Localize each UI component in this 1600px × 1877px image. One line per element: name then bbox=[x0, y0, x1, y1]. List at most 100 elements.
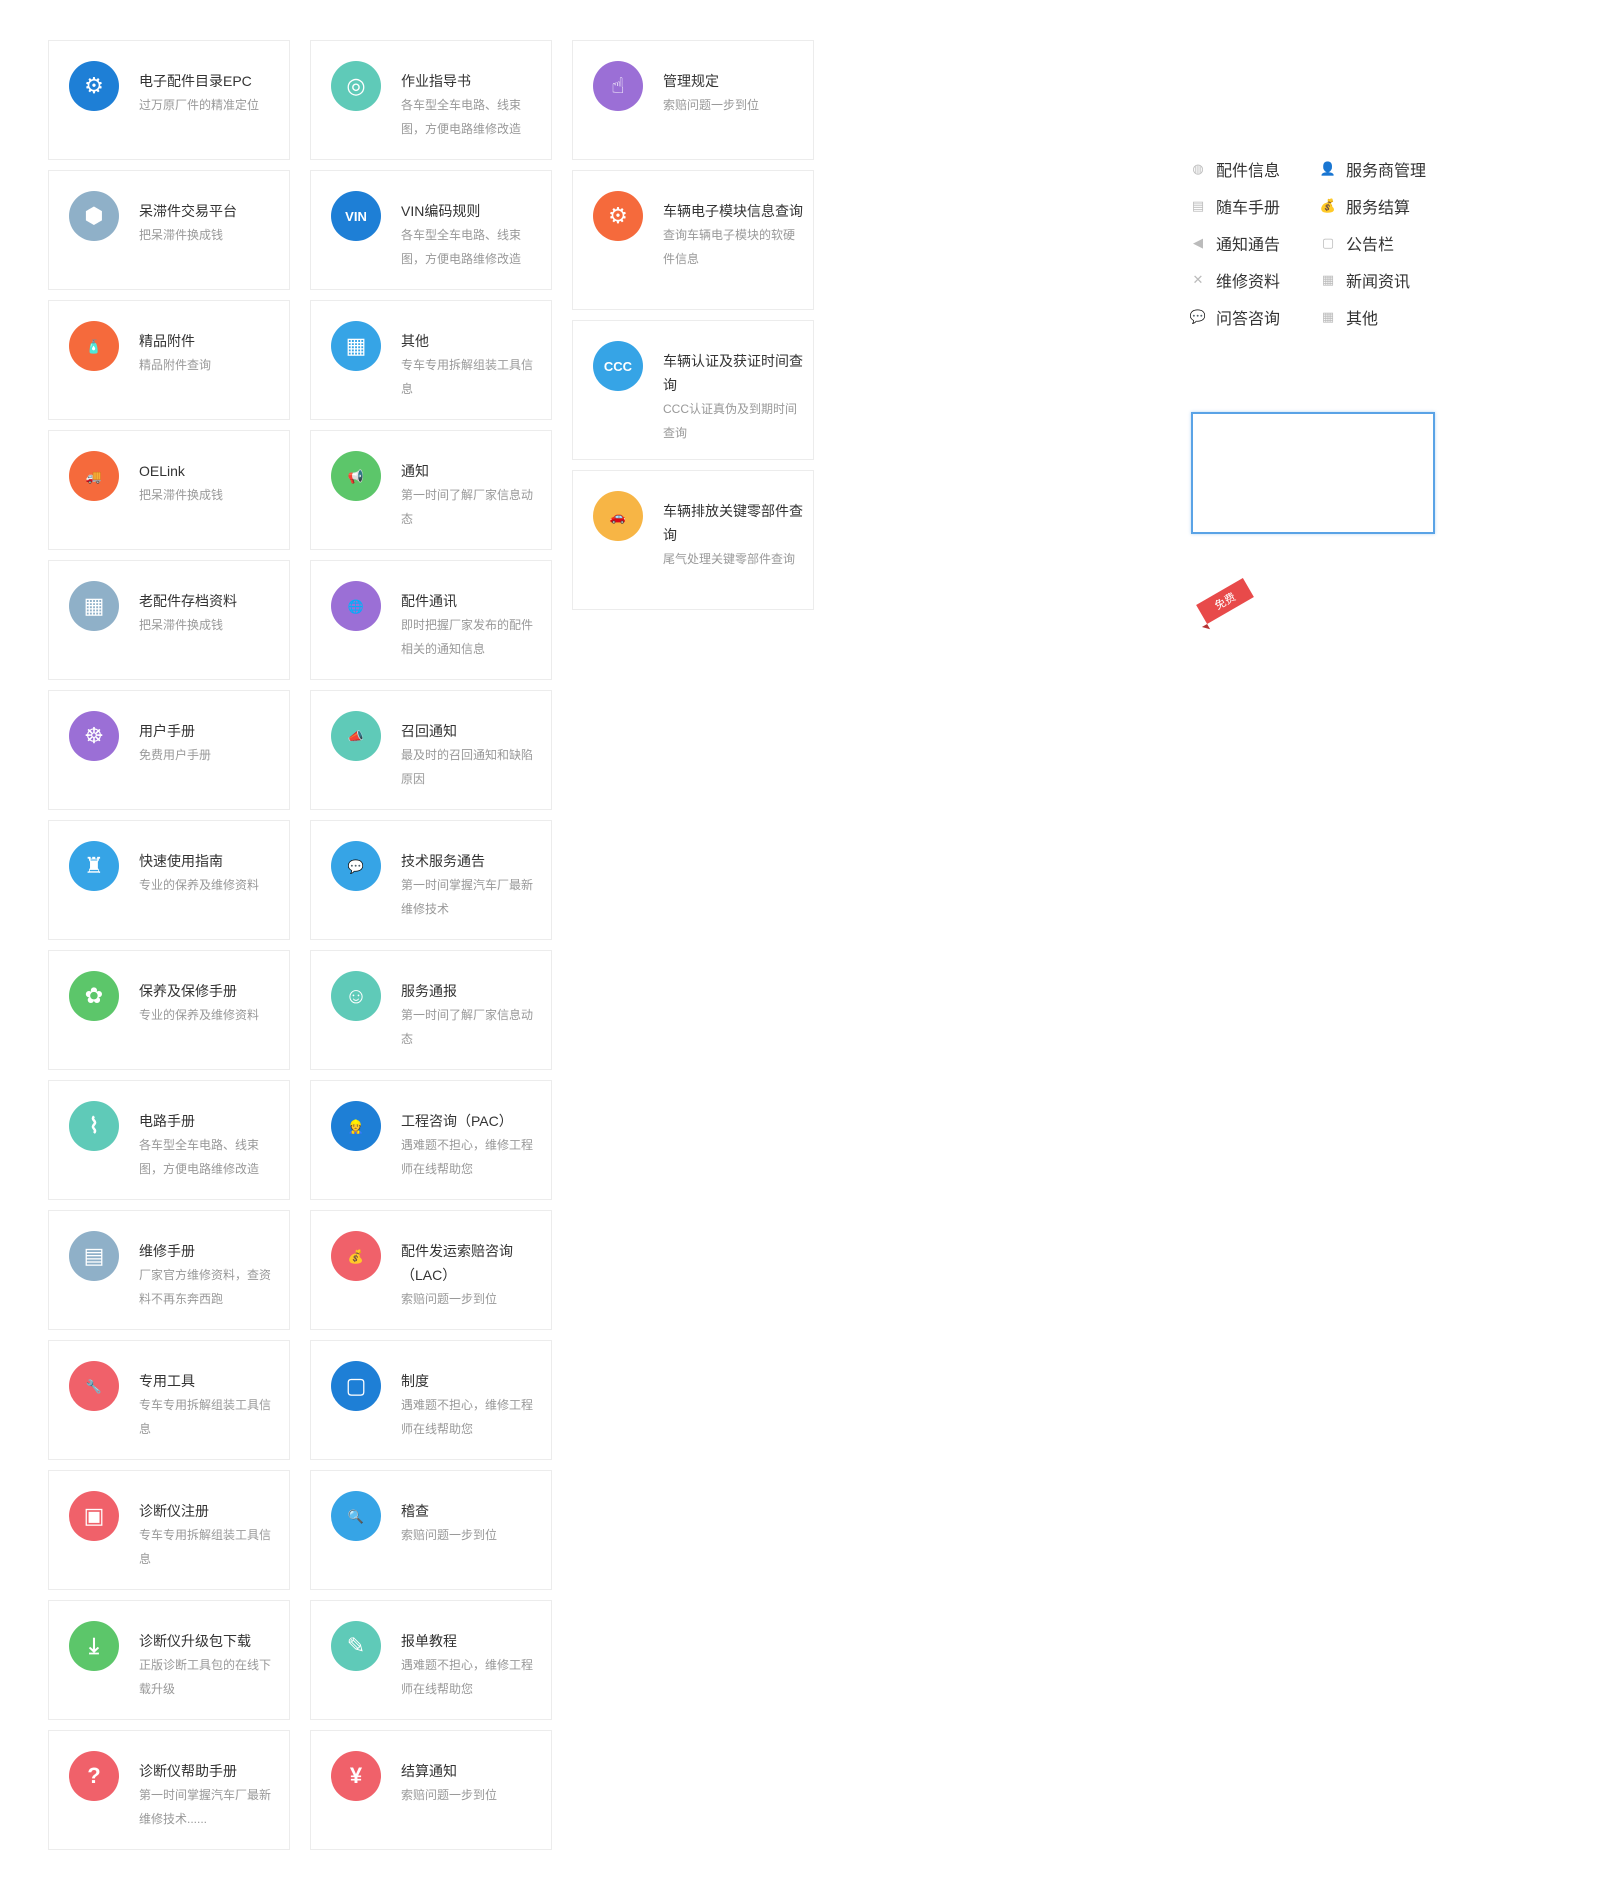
service-card[interactable]: ▤ 维修手册 厂家官方维修资料，查资料不再东奔西跑 bbox=[48, 1210, 290, 1330]
sidebar-item-label: 服务结算 bbox=[1346, 199, 1411, 217]
service-card[interactable]: VIN VIN编码规则 各车型全车电路、线束图，方便电路维修改造 bbox=[310, 170, 552, 290]
card-title: 专用工具 bbox=[139, 1373, 195, 1389]
service-card[interactable]: 📢 通知 第一时间了解厂家信息动态 bbox=[310, 430, 552, 550]
service-card[interactable]: 🚚 OELink 把呆滞件换成钱 bbox=[48, 430, 290, 550]
service-card[interactable]: CCC 车辆认证及获证时间查询 CCC认证真伪及到期时间查询 bbox=[572, 320, 814, 460]
service-card[interactable]: 🧴 精品附件精品附件查询 bbox=[48, 300, 290, 420]
card-title: 呆滞件交易平台 bbox=[139, 203, 237, 219]
service-card[interactable]: ▦ 老配件存档资料 把呆滞件换成钱 bbox=[48, 560, 290, 680]
service-card[interactable]: ▦ 其他 专车专用拆解组装工具信息 bbox=[310, 300, 552, 420]
service-card[interactable]: ✿ 保养及保修手册专业的保养及维修资料 bbox=[48, 950, 290, 1070]
service-card[interactable]: ◎ 作业指导书 各车型全车电路、线束图，方便电路维修改造 bbox=[310, 40, 552, 160]
chat-icon: 💬 bbox=[331, 841, 381, 891]
service-card[interactable]: ▢ 制度 遇难题不担心，维修工程师在线帮助您 bbox=[310, 1340, 552, 1460]
card-description: 专业的保养及维修资料 bbox=[139, 1008, 260, 1022]
service-card[interactable]: 💰 配件发运索赔咨询（LAC） 索赔问题一步到位 bbox=[310, 1210, 552, 1330]
wrench-icon: 🔧 bbox=[69, 1361, 119, 1411]
card-description: 第一时间了解厂家信息动态 bbox=[401, 1008, 534, 1046]
service-card[interactable]: 🌐 配件通讯 即时把握厂家发布的配件相关的通知信息 bbox=[310, 560, 552, 680]
card-title: 精品附件 bbox=[139, 333, 195, 349]
card-title: OELink bbox=[139, 463, 185, 479]
sidebar-list: ◍ 配件信息 👤 服务商管理 ▤ 随车手册 💰 服务结算 ◀ 通知通告 ▢ 公告栏 ✕ 维修资料 ▦ 新闻资讯… bbox=[1190, 155, 1450, 330]
card-title: 老配件存档资料 bbox=[139, 593, 237, 609]
steering-wheel-icon: ◎ bbox=[331, 61, 381, 111]
service-card[interactable]: ▣ 诊断仪注册 专车专用拆解组装工具信息 bbox=[48, 1470, 290, 1590]
sidebar-item[interactable]: ▦ 其他 bbox=[1320, 303, 1450, 330]
service-card[interactable]: 🚗 车辆排放关键零部件查询 尾气处理关键零部件查询 bbox=[572, 470, 814, 610]
card-description: CCC认证真伪及到期时间查询 bbox=[663, 402, 797, 440]
browser-gear-icon: ⚙ bbox=[593, 191, 643, 241]
truck-icon: 🚚 bbox=[69, 451, 119, 501]
card-title: 召回通知 bbox=[401, 723, 457, 739]
card-title: 配件发运索赔咨询（LAC） bbox=[401, 1243, 513, 1283]
sidebar-item-label: 公告栏 bbox=[1346, 236, 1395, 254]
card-description: 把呆滞件换成钱 bbox=[139, 618, 224, 632]
book-icon: ▤ bbox=[1191, 197, 1205, 213]
card-title: 其他 bbox=[401, 333, 429, 349]
magnifier-icon: 🔍 bbox=[331, 1491, 381, 1541]
plant-hand-icon: ✿ bbox=[69, 971, 119, 1021]
joystick-icon: ♜ bbox=[69, 841, 119, 891]
sidebar-item-label: 问答咨询 bbox=[1216, 310, 1281, 328]
service-card[interactable]: ¥ 结算通知 索赔问题一步到位 bbox=[310, 1730, 552, 1850]
sidebar-item[interactable]: 👤 服务商管理 bbox=[1320, 155, 1450, 182]
card-title: 管理规定 bbox=[663, 73, 719, 89]
sidebar-item[interactable]: ◀ 通知通告 bbox=[1190, 229, 1320, 256]
service-card[interactable]: 🔧 专用工具 专车专用拆解组装工具信息 bbox=[48, 1340, 290, 1460]
person-globe-icon: 🌐 bbox=[331, 581, 381, 631]
grid-icon: ▦ bbox=[1321, 308, 1335, 324]
sidebar-item-label: 配件信息 bbox=[1216, 162, 1281, 180]
sidebar-item-label: 新闻资讯 bbox=[1346, 273, 1411, 291]
service-card[interactable]: ✎ 报单教程 遇难题不担心，维修工程师在线帮助您 bbox=[310, 1600, 552, 1720]
card-description: 过万原厂件的精准定位 bbox=[139, 98, 260, 112]
card-description: 把呆滞件换成钱 bbox=[139, 488, 224, 502]
card-description: 第一时间了解厂家信息动态 bbox=[401, 488, 534, 526]
card-description: 各车型全车电路、线束图，方便电路维修改造 bbox=[401, 228, 522, 266]
service-card[interactable]: ☸ 用户手册 免费用户手册 bbox=[48, 690, 290, 810]
service-card[interactable]: ☝ 管理规定 索赔问题一步到位 bbox=[572, 40, 814, 160]
card-description: 索赔问题一步到位 bbox=[663, 98, 760, 112]
service-card[interactable]: ♜ 快速使用指南 专业的保养及维修资料 bbox=[48, 820, 290, 940]
sidebar-item-label: 随车手册 bbox=[1216, 199, 1281, 217]
service-card[interactable]: 💬 技术服务通告 第一时间掌握汽车厂最新维修技术 bbox=[310, 820, 552, 940]
service-card[interactable]: ⚙ 电子配件目录EPC 过万原厂件的精准定位 bbox=[48, 40, 290, 160]
briefcase-icon: ▢ bbox=[1321, 234, 1335, 250]
sidebar-item[interactable]: ▤ 随车手册 bbox=[1190, 192, 1320, 219]
card-description: 即时把握厂家发布的配件相关的通知信息 bbox=[401, 618, 534, 656]
card-title: 保养及保修手册 bbox=[139, 983, 237, 999]
sidebar-item[interactable]: 💬 问答咨询 bbox=[1190, 303, 1320, 330]
card-title: 作业指导书 bbox=[401, 73, 471, 89]
service-card[interactable]: ⌇ 电路手册 各车型全车电路、线束图，方便电路维修改造 bbox=[48, 1080, 290, 1200]
service-card[interactable]: ? 诊断仪帮助手册 第一时间掌握汽车厂最新维修技术...... bbox=[48, 1730, 290, 1850]
card-description: 精品附件查询 bbox=[139, 358, 212, 372]
gear-search-icon: ⚙ bbox=[69, 61, 119, 111]
card-description: 专业的保养及维修资料 bbox=[139, 878, 260, 892]
megaphone-icon: 📣 bbox=[331, 711, 381, 761]
sidebar-empty-box[interactable] bbox=[1191, 412, 1435, 534]
sidebar-item[interactable]: ◍ 配件信息 bbox=[1190, 155, 1320, 182]
service-card[interactable]: ⬢ 呆滞件交易平台 把呆滞件换成钱 bbox=[48, 170, 290, 290]
card-title: 通知 bbox=[401, 463, 429, 479]
service-card[interactable]: 📣 召回通知 最及时的召回通知和缺陷原因 bbox=[310, 690, 552, 810]
archive-icon: ▦ bbox=[69, 581, 119, 631]
service-card[interactable]: 🔍 稽查 索赔问题一步到位 bbox=[310, 1470, 552, 1590]
card-title: 车辆排放关键零部件查询 bbox=[663, 503, 803, 543]
sidebar-item[interactable]: ▢ 公告栏 bbox=[1320, 229, 1450, 256]
card-column-b: ◎ 作业指导书各车型全车电路、线束图，方便电路维修改造 VIN VIN编码规则 各车型全… bbox=[310, 40, 552, 1860]
card-title: 车辆电子模块信息查询 bbox=[663, 203, 803, 219]
sidebar-item[interactable]: 💰 服务结算 bbox=[1320, 192, 1450, 219]
sidebar-item[interactable]: ✕ 维修资料 bbox=[1190, 266, 1320, 293]
vin-icon: VIN bbox=[331, 191, 381, 241]
sidebar-item[interactable]: ▦ 新闻资讯 bbox=[1320, 266, 1450, 293]
service-card[interactable]: ⤓ 诊断仪升级包下载 正版诊断工具包的在线下载升级 bbox=[48, 1600, 290, 1720]
service-card[interactable]: ☺ 服务通报 第一时间了解厂家信息动态 bbox=[310, 950, 552, 1070]
service-card[interactable]: 👷 工程咨询（PAC） 遇难题不担心，维修工程师在线帮助您 bbox=[310, 1080, 552, 1200]
tools-icon: ✕ bbox=[1192, 271, 1204, 287]
free-ribbon: 免费 bbox=[1196, 577, 1254, 625]
bottle-icon: 🧴 bbox=[69, 321, 119, 371]
money-bag-icon: 💰 bbox=[1319, 197, 1337, 213]
service-card[interactable]: ⚙ 车辆电子模块信息查询 查询车辆电子模块的软硬件信息 bbox=[572, 170, 814, 310]
card-title: 结算通知 bbox=[401, 1763, 457, 1779]
box-icon: ⬢ bbox=[69, 191, 119, 241]
news-icon: ▦ bbox=[1321, 271, 1335, 287]
